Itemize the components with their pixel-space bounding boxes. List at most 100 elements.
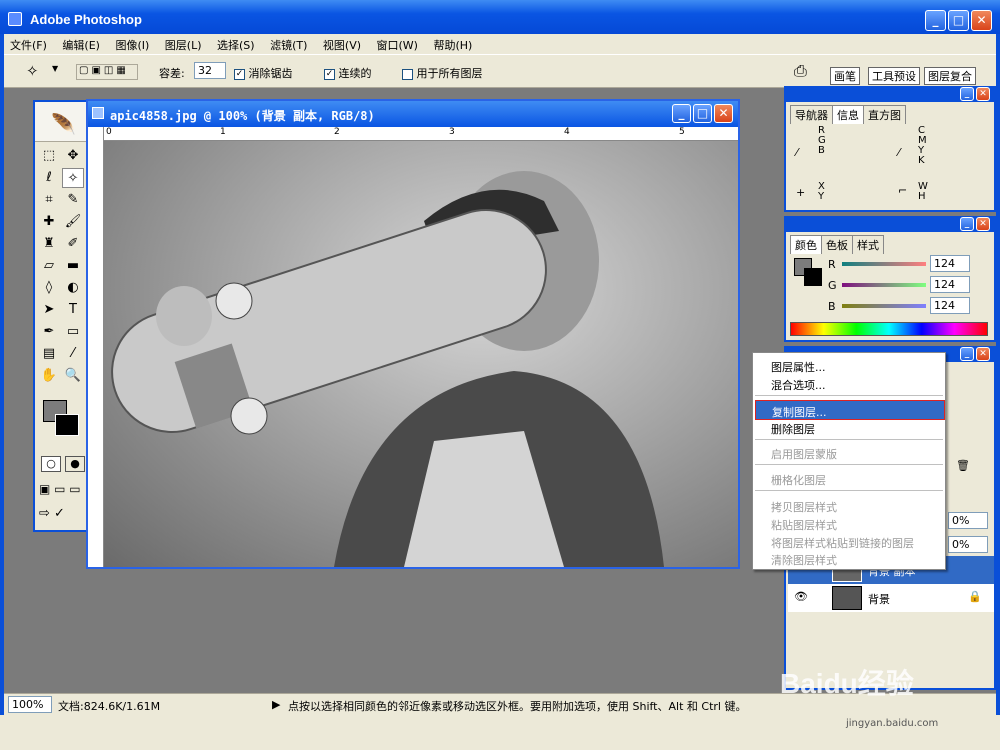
status-arrow-icon[interactable]: ▶ bbox=[272, 698, 280, 711]
clone-stamp-icon[interactable]: ♜ bbox=[38, 234, 60, 254]
tab-info[interactable]: 信息 bbox=[832, 105, 864, 124]
quick-mask-icon[interactable]: ● bbox=[65, 456, 85, 472]
layer-thumbnail bbox=[832, 586, 862, 610]
panel-close-button[interactable]: ✕ bbox=[976, 87, 990, 101]
pen-tool-icon[interactable]: ✒ bbox=[38, 322, 60, 342]
menu-file[interactable]: 文件(F) bbox=[4, 34, 53, 54]
menu-separator bbox=[755, 464, 943, 465]
path-select-icon[interactable]: ➤ bbox=[38, 300, 60, 320]
eraser-tool-icon[interactable]: ▱ bbox=[38, 256, 60, 276]
menu-item-blending-options[interactable]: 混合选项... bbox=[771, 377, 826, 393]
layer-context-menu: 图层属性... 混合选项... 复制图层... 删除图层 启用图层蒙版 栅格化图… bbox=[752, 352, 946, 570]
eyedropper-tool-icon[interactable]: ⁄ bbox=[62, 344, 84, 364]
input-g[interactable]: 124 bbox=[930, 276, 970, 293]
menu-item-layer-properties[interactable]: 图层属性... bbox=[771, 359, 826, 375]
slider-g[interactable] bbox=[842, 283, 926, 287]
panel-minimize-button[interactable]: _ bbox=[960, 217, 974, 231]
magic-wand-icon[interactable]: ✧ bbox=[26, 62, 39, 80]
doc-close-button[interactable]: ✕ bbox=[714, 104, 733, 123]
input-b[interactable]: 124 bbox=[930, 297, 970, 314]
menu-view[interactable]: 视图(V) bbox=[317, 34, 367, 54]
xy-readout: XY bbox=[818, 181, 825, 202]
jump-to-imageready-icon[interactable]: ⇨ ✓ bbox=[39, 506, 87, 521]
menu-filter[interactable]: 滤镜(T) bbox=[264, 34, 313, 54]
gradient-tool-icon[interactable]: ▬ bbox=[62, 256, 84, 276]
image-canvas[interactable] bbox=[104, 141, 738, 567]
panel-close-button[interactable]: ✕ bbox=[976, 217, 990, 231]
menu-image[interactable]: 图像(I) bbox=[109, 34, 155, 54]
antialias-checkbox[interactable]: ✓ 消除锯齿 bbox=[234, 65, 293, 81]
tab-histogram[interactable]: 直方图 bbox=[863, 105, 906, 124]
healing-brush-icon[interactable]: ✚ bbox=[38, 212, 60, 232]
slider-r[interactable] bbox=[842, 262, 926, 266]
doc-minimize-button[interactable]: _ bbox=[672, 104, 691, 123]
marquee-tool-icon[interactable]: ⬚ bbox=[38, 146, 60, 166]
menu-select[interactable]: 选择(S) bbox=[211, 34, 261, 54]
tab-tool-presets[interactable]: 工具预设 bbox=[868, 67, 920, 85]
channel-label-b: B bbox=[828, 300, 836, 313]
zoom-tool-icon[interactable]: 🔍 bbox=[62, 366, 84, 386]
slice-tool-icon[interactable]: ✎ bbox=[62, 190, 84, 210]
tab-navigator[interactable]: 导航器 bbox=[790, 105, 833, 124]
tab-color[interactable]: 颜色 bbox=[790, 235, 822, 254]
tab-styles[interactable]: 样式 bbox=[852, 235, 884, 254]
trash-icon[interactable]: 🗑 bbox=[956, 459, 970, 472]
minimize-button[interactable]: _ bbox=[925, 10, 946, 31]
input-r[interactable]: 124 bbox=[930, 255, 970, 272]
notes-tool-icon[interactable]: ▤ bbox=[38, 344, 60, 364]
lasso-tool-icon[interactable]: ℓ bbox=[38, 168, 60, 188]
maximize-button[interactable]: □ bbox=[948, 10, 969, 31]
type-tool-icon[interactable]: T bbox=[62, 300, 84, 320]
background-color-swatch[interactable] bbox=[55, 414, 79, 436]
selection-mode-buttons[interactable]: ▢▣◫▦ bbox=[76, 64, 138, 80]
menu-separator bbox=[755, 490, 943, 491]
document-window: apic4858.jpg @ 100% (背景 副本, RGB/8) _ □ ✕… bbox=[86, 99, 740, 569]
color-tabs: 颜色 色板 样式 bbox=[790, 235, 884, 254]
panel-close-button[interactable]: ✕ bbox=[976, 347, 990, 361]
magic-wand-tool-icon[interactable]: ✧ bbox=[62, 168, 84, 188]
ruler-vertical[interactable] bbox=[88, 127, 104, 567]
tab-layer-comps[interactable]: 图层复合 bbox=[924, 67, 976, 85]
layer-row[interactable]: 背景 bbox=[788, 584, 994, 612]
menu-window[interactable]: 窗口(W) bbox=[371, 34, 424, 54]
menu-edit[interactable]: 编辑(E) bbox=[56, 34, 106, 54]
ruler-label: 1 bbox=[220, 127, 226, 137]
hand-tool-icon[interactable]: ✋ bbox=[38, 366, 60, 386]
crop-tool-icon[interactable]: ⌗ bbox=[38, 190, 60, 210]
history-brush-icon[interactable]: ✐ bbox=[62, 234, 84, 254]
palette-well-icon[interactable]: ⎙ bbox=[794, 61, 807, 81]
menu-layer[interactable]: 图层(L) bbox=[159, 34, 208, 54]
panel-minimize-button[interactable]: _ bbox=[960, 87, 974, 101]
close-button[interactable]: ✕ bbox=[971, 10, 992, 31]
dodge-tool-icon[interactable]: ◐ bbox=[62, 278, 84, 298]
screen-mode-icons[interactable]: ▣ ▭ ▭ bbox=[39, 482, 87, 496]
window-title: Adobe Photoshop bbox=[30, 12, 142, 27]
eye-icon[interactable]: 👁 bbox=[794, 590, 808, 603]
menu-item-duplicate-layer[interactable]: 复制图层... bbox=[755, 400, 945, 420]
contiguous-checkbox[interactable]: ✓ 连续的 bbox=[324, 65, 372, 81]
shape-tool-icon[interactable]: ▭ bbox=[62, 322, 84, 342]
zoom-input[interactable]: 100% bbox=[8, 696, 52, 713]
opacity-input[interactable]: 0% bbox=[948, 512, 988, 529]
tolerance-input[interactable]: 32 bbox=[194, 62, 226, 79]
photoshop-app-icon[interactable] bbox=[8, 12, 22, 26]
menu-help[interactable]: 帮助(H) bbox=[427, 34, 478, 54]
tab-brushes[interactable]: 画笔 bbox=[830, 67, 860, 85]
menu-item-delete-layer[interactable]: 删除图层 bbox=[771, 421, 815, 437]
fill-input[interactable]: 0% bbox=[948, 536, 988, 553]
slider-b[interactable] bbox=[842, 304, 926, 308]
document-title: apic4858.jpg @ 100% (背景 副本, RGB/8) bbox=[110, 109, 375, 123]
blur-tool-icon[interactable]: ◊ bbox=[38, 278, 60, 298]
standard-mode-icon[interactable]: ○ bbox=[41, 456, 61, 472]
brush-tool-icon[interactable]: 🖌 bbox=[62, 212, 84, 232]
move-tool-icon[interactable]: ✥ bbox=[62, 146, 84, 166]
tab-swatches[interactable]: 色板 bbox=[821, 235, 853, 254]
chevron-down-icon[interactable]: ▼ bbox=[52, 64, 58, 73]
doc-maximize-button[interactable]: □ bbox=[693, 104, 712, 123]
color-spectrum-ramp[interactable] bbox=[790, 322, 988, 336]
panel-minimize-button[interactable]: _ bbox=[960, 347, 974, 361]
all-layers-checkbox[interactable]: 用于所有图层 bbox=[402, 65, 483, 81]
color-bg-swatch[interactable] bbox=[804, 268, 822, 286]
ruler-horizontal[interactable]: 0 1 2 3 4 5 bbox=[104, 127, 738, 141]
menu-item-paste-layer-style: 粘贴图层样式 bbox=[771, 519, 837, 532]
